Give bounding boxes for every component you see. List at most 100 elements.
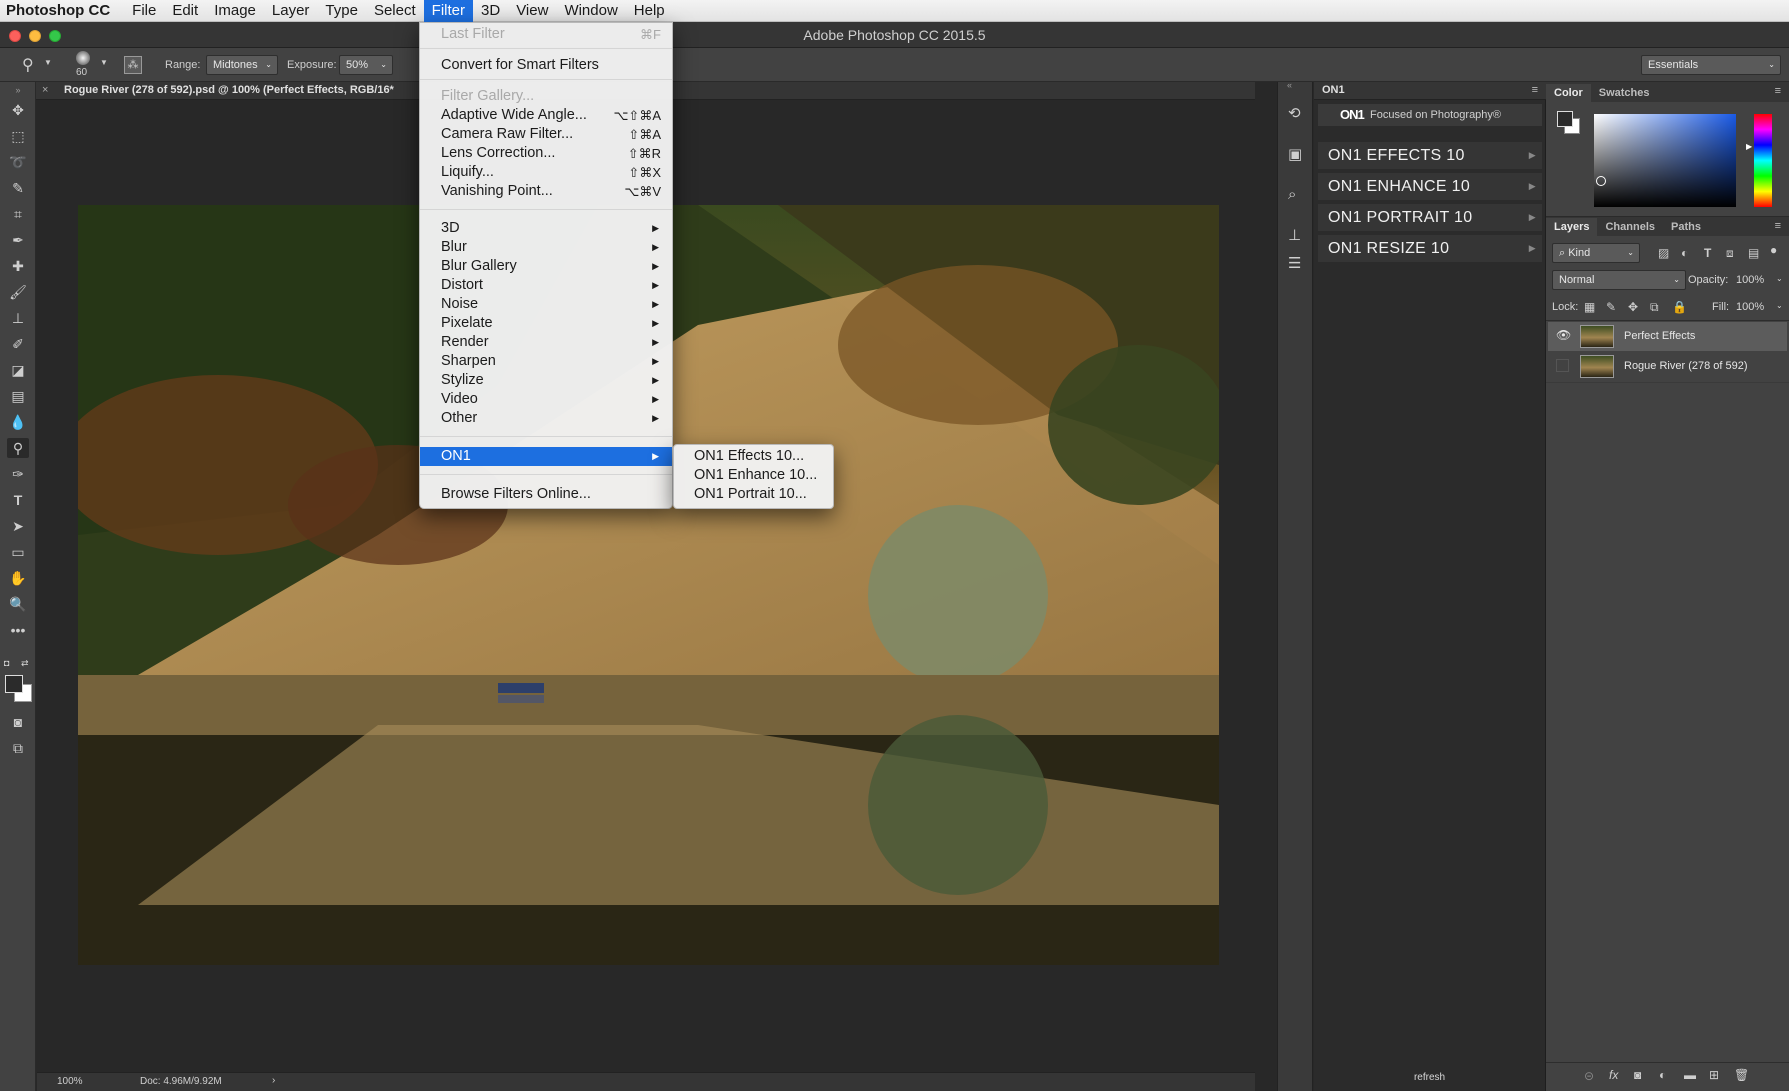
new-layer-icon[interactable]: ⊞: [1709, 1068, 1719, 1082]
color-picker-cursor-icon[interactable]: [1596, 176, 1606, 186]
menu-item-vanishing-point[interactable]: Vanishing Point... ⌥⌘V: [420, 182, 672, 201]
menu-item-video[interactable]: Video ▶: [420, 390, 672, 409]
eyedropper-tool-icon[interactable]: ✒: [7, 230, 29, 250]
lock-position-icon[interactable]: ✥: [1628, 300, 1638, 314]
menu-select[interactable]: Select: [366, 0, 424, 22]
new-group-icon[interactable]: ▬: [1684, 1068, 1696, 1082]
on1-enhance-button[interactable]: ON1 ENHANCE 10 ▶: [1318, 173, 1542, 200]
refresh-link[interactable]: refresh: [1314, 1072, 1545, 1083]
on1-resize-button[interactable]: ON1 RESIZE 10 ▶: [1318, 235, 1542, 262]
dodge-tool-icon[interactable]: ⚲: [22, 55, 34, 75]
menu-file[interactable]: File: [124, 0, 164, 22]
path-selection-tool-icon[interactable]: ➤: [7, 516, 29, 536]
workspace-select[interactable]: Essentials ⌄: [1641, 55, 1781, 75]
zoom-level[interactable]: 100%: [57, 1076, 83, 1087]
collapse-icon[interactable]: »: [7, 80, 29, 100]
menu-filter[interactable]: Filter: [423, 0, 473, 22]
tab-layers[interactable]: Layers: [1546, 218, 1598, 236]
hand-tool-icon[interactable]: ✋: [7, 568, 29, 588]
lock-artboard-icon[interactable]: ⧉: [1650, 300, 1659, 315]
menu-item-lens-correction[interactable]: Lens Correction... ⇧⌘R: [420, 144, 672, 163]
collapse-icon[interactable]: «: [1287, 80, 1292, 90]
close-tab-icon[interactable]: ×: [42, 84, 48, 96]
menu-item-camera-raw-filter[interactable]: Camera Raw Filter... ⇧⌘A: [420, 125, 672, 144]
move-tool-icon[interactable]: ✥: [7, 100, 29, 120]
clone-source-icon[interactable]: ⊥: [1288, 226, 1301, 244]
opacity-input[interactable]: 100%: [1736, 274, 1764, 286]
brush-panel-icon[interactable]: ⁂: [124, 56, 142, 74]
chevron-down-icon[interactable]: ⌄: [1776, 274, 1783, 283]
hue-marker-icon[interactable]: ▶: [1746, 142, 1752, 151]
filter-pixel-icon[interactable]: ▨: [1658, 246, 1669, 260]
menu-layer[interactable]: Layer: [264, 0, 318, 22]
menu-item-on1-effects[interactable]: ON1 Effects 10...: [674, 447, 833, 466]
adjustments-icon[interactable]: ☰: [1288, 254, 1301, 272]
filter-smart-object-icon[interactable]: ▤: [1748, 246, 1759, 260]
screen-mode-icon[interactable]: ⧉: [7, 738, 29, 758]
fill-input[interactable]: 100%: [1736, 301, 1764, 313]
range-select[interactable]: Midtones ⌄: [206, 55, 278, 75]
link-layers-icon[interactable]: ⊝: [1584, 1069, 1594, 1083]
exposure-input[interactable]: 50% ⌄: [339, 55, 393, 75]
delete-layer-icon[interactable]: 🗑: [1734, 1068, 1749, 1082]
menu-edit[interactable]: Edit: [164, 0, 206, 22]
menu-item-on1-portrait[interactable]: ON1 Portrait 10...: [674, 485, 833, 504]
history-brush-tool-icon[interactable]: ✐: [7, 334, 29, 354]
menu-item-on1[interactable]: ON1 ▶: [420, 447, 672, 466]
new-adjustment-layer-icon[interactable]: ◐: [1659, 1068, 1666, 1082]
menu-item-on1-enhance[interactable]: ON1 Enhance 10...: [674, 466, 833, 485]
blur-tool-icon[interactable]: 💧: [7, 412, 29, 432]
app-menu[interactable]: Photoshop CC: [0, 0, 124, 22]
menu-item-other[interactable]: Other ▶: [420, 409, 672, 428]
default-colors-icon[interactable]: ◘: [4, 658, 9, 668]
color-field[interactable]: [1594, 114, 1736, 207]
lock-all-icon[interactable]: 🔒: [1672, 300, 1687, 314]
menu-item-distort[interactable]: Distort ▶: [420, 276, 672, 295]
tab-color[interactable]: Color: [1546, 84, 1591, 102]
gradient-tool-icon[interactable]: ▤: [7, 386, 29, 406]
on1-portrait-button[interactable]: ON1 PORTRAIT 10 ▶: [1318, 204, 1542, 231]
dodge-tool-icon[interactable]: ⚲: [7, 438, 29, 458]
lasso-tool-icon[interactable]: ➰: [7, 152, 29, 172]
on1-effects-button[interactable]: ON1 EFFECTS 10 ▶: [1318, 142, 1542, 169]
type-tool-icon[interactable]: T: [7, 490, 29, 510]
foreground-color-swatch[interactable]: [1557, 111, 1573, 127]
menu-item-convert-smart-filters[interactable]: Convert for Smart Filters: [420, 56, 672, 75]
menu-type[interactable]: Type: [317, 0, 366, 22]
menu-image[interactable]: Image: [206, 0, 264, 22]
menu-3d[interactable]: 3D: [473, 0, 508, 22]
brushes-icon[interactable]: ⌕: [1288, 186, 1296, 203]
quick-mask-icon[interactable]: ◙: [7, 712, 29, 732]
history-icon[interactable]: ⟲: [1288, 104, 1301, 122]
rectangle-tool-icon[interactable]: ▭: [7, 542, 29, 562]
marquee-tool-icon[interactable]: ⬚: [7, 126, 29, 146]
add-mask-icon[interactable]: ◙: [1634, 1068, 1641, 1082]
menu-item-noise[interactable]: Noise ▶: [420, 295, 672, 314]
foreground-color-swatch[interactable]: [5, 675, 23, 693]
swap-colors-icon[interactable]: ⇄: [21, 658, 29, 669]
filter-shape-icon[interactable]: ⧈: [1726, 246, 1734, 261]
filter-adjustment-icon[interactable]: ◐: [1681, 246, 1688, 260]
chevron-down-icon[interactable]: ▼: [44, 58, 52, 67]
menu-item-liquify[interactable]: Liquify... ⇧⌘X: [420, 163, 672, 182]
menu-window[interactable]: Window: [556, 0, 625, 22]
clone-stamp-tool-icon[interactable]: ⊥: [7, 308, 29, 328]
lock-transparent-icon[interactable]: ▦: [1584, 300, 1595, 314]
layer-row-perfect-effects[interactable]: 👁 Perfect Effects: [1548, 322, 1787, 351]
menu-item-3d[interactable]: 3D ▶: [420, 219, 672, 238]
healing-brush-tool-icon[interactable]: ✚: [7, 256, 29, 276]
tab-swatches[interactable]: Swatches: [1591, 84, 1658, 102]
panel-menu-icon[interactable]: ≡: [1775, 220, 1781, 232]
pen-tool-icon[interactable]: ✑: [7, 464, 29, 484]
menu-item-blur-gallery[interactable]: Blur Gallery ▶: [420, 257, 672, 276]
menu-help[interactable]: Help: [626, 0, 673, 22]
menu-item-sharpen[interactable]: Sharpen ▶: [420, 352, 672, 371]
menu-item-render[interactable]: Render ▶: [420, 333, 672, 352]
filter-type-icon[interactable]: T: [1704, 246, 1711, 260]
lock-image-icon[interactable]: ✎: [1606, 300, 1616, 314]
eraser-tool-icon[interactable]: ◪: [7, 360, 29, 380]
more-tools-icon[interactable]: •••: [7, 620, 29, 640]
hue-slider[interactable]: [1754, 114, 1772, 207]
panel-menu-icon[interactable]: ≡: [1775, 85, 1781, 97]
chevron-down-icon[interactable]: ⌄: [1776, 301, 1783, 310]
